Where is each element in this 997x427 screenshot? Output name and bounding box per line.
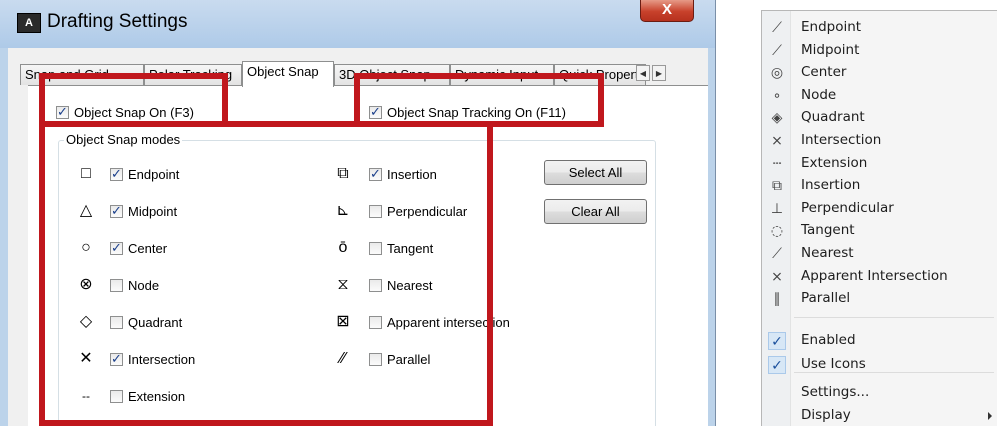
menu-item-node[interactable]: ∘ Node (762, 85, 996, 107)
close-button[interactable]: X (640, 0, 694, 22)
check-icon: ✓ (768, 356, 786, 374)
annotation-box-snap-modes (39, 121, 493, 426)
submenu-arrow-icon (988, 412, 992, 420)
menu-item-label: Endpoint (801, 19, 862, 35)
tab-object-snap[interactable]: Object Snap (242, 61, 334, 87)
midpoint-icon: ⟋ (772, 42, 782, 59)
menu-item-label: Apparent Intersection (801, 267, 948, 284)
center-icon: ◎ (770, 65, 784, 82)
menu-item-label: Midpoint (801, 41, 860, 58)
menu-item-label: Insertion (801, 177, 861, 194)
menu-item-label: Use Icons (801, 356, 866, 372)
tangent-icon: ◌ (770, 223, 784, 240)
perpendicular-icon: ⊥ (770, 200, 784, 217)
node-icon: ∘ (772, 87, 782, 104)
menu-item-label: Display (801, 407, 851, 423)
app-logo-icon: A (17, 13, 41, 33)
menu-item-label: Extension (801, 154, 868, 171)
menu-item-label: Center (801, 64, 847, 81)
menu-item-label: Quadrant (801, 109, 865, 126)
parallel-icon: ∥ (773, 291, 781, 308)
tab-scroll-left-icon[interactable]: ◀ (636, 65, 650, 81)
menu-item-apparent-intersection[interactable]: ⨯ Apparent Intersection (762, 266, 996, 288)
menu-item-insertion[interactable]: ⧉ Insertion (762, 175, 996, 197)
menu-item-perpendicular[interactable]: ⊥ Perpendicular (762, 198, 996, 220)
menu-item-display[interactable]: Display (762, 405, 996, 427)
select-all-button[interactable]: Select All (544, 160, 647, 185)
menu-item-quadrant[interactable]: ◈ Quadrant (762, 107, 996, 129)
menu-item-enabled[interactable]: ✓ Enabled (762, 330, 996, 352)
check-icon: ✓ (768, 332, 786, 350)
menu-separator (794, 317, 994, 318)
menu-item-endpoint[interactable]: ⟋ Endpoint (762, 17, 996, 39)
tab-scroll-right-icon[interactable]: ▶ (652, 65, 666, 81)
endpoint-icon: ⟋ (772, 20, 782, 36)
intersection-icon: ⨯ (771, 133, 783, 149)
drafting-settings-dialog: A Drafting Settings X Snap and Grid Pola… (0, 0, 716, 426)
insertion-icon: ⧉ (772, 178, 782, 195)
extension-icon: ┄ (772, 155, 782, 172)
menu-item-tangent[interactable]: ◌ Tangent (762, 220, 996, 242)
annotation-box-tracking-on (354, 73, 604, 127)
annotation-box-snap-on (39, 73, 228, 127)
menu-item-label: Nearest (801, 245, 854, 261)
clear-all-button[interactable]: Clear All (544, 199, 647, 224)
menu-item-label: Settings... (801, 384, 870, 400)
menu-item-label: Intersection (801, 132, 882, 148)
menu-item-label: Node (801, 86, 837, 103)
menu-item-label: Parallel (801, 290, 851, 307)
menu-item-midpoint[interactable]: ⟋ Midpoint (762, 40, 996, 62)
menu-item-label: Tangent (801, 222, 855, 239)
nearest-icon: ⟋ (772, 246, 782, 262)
dialog-title: Drafting Settings (47, 11, 188, 32)
menu-item-extension[interactable]: ┄ Extension (762, 153, 996, 175)
apparent-intersection-icon: ⨯ (771, 268, 783, 285)
menu-item-label: Perpendicular (801, 199, 894, 216)
menu-item-parallel[interactable]: ∥ Parallel (762, 288, 996, 310)
menu-item-intersection[interactable]: ⨯ Intersection (762, 130, 996, 152)
quadrant-icon: ◈ (771, 110, 783, 127)
menu-item-center[interactable]: ◎ Center (762, 62, 996, 84)
menu-item-nearest[interactable]: ⟋ Nearest (762, 243, 996, 265)
menu-item-settings[interactable]: Settings... (762, 382, 996, 404)
menu-item-use-icons[interactable]: ✓ Use Icons (762, 354, 996, 376)
title-bar: A Drafting Settings X (0, 0, 715, 48)
osnap-context-menu: ⟋ Endpoint ⟋ Midpoint ◎ Center ∘ Node ◈ Quadrant ⨯… (761, 10, 997, 426)
menu-item-label: Enabled (801, 332, 856, 348)
